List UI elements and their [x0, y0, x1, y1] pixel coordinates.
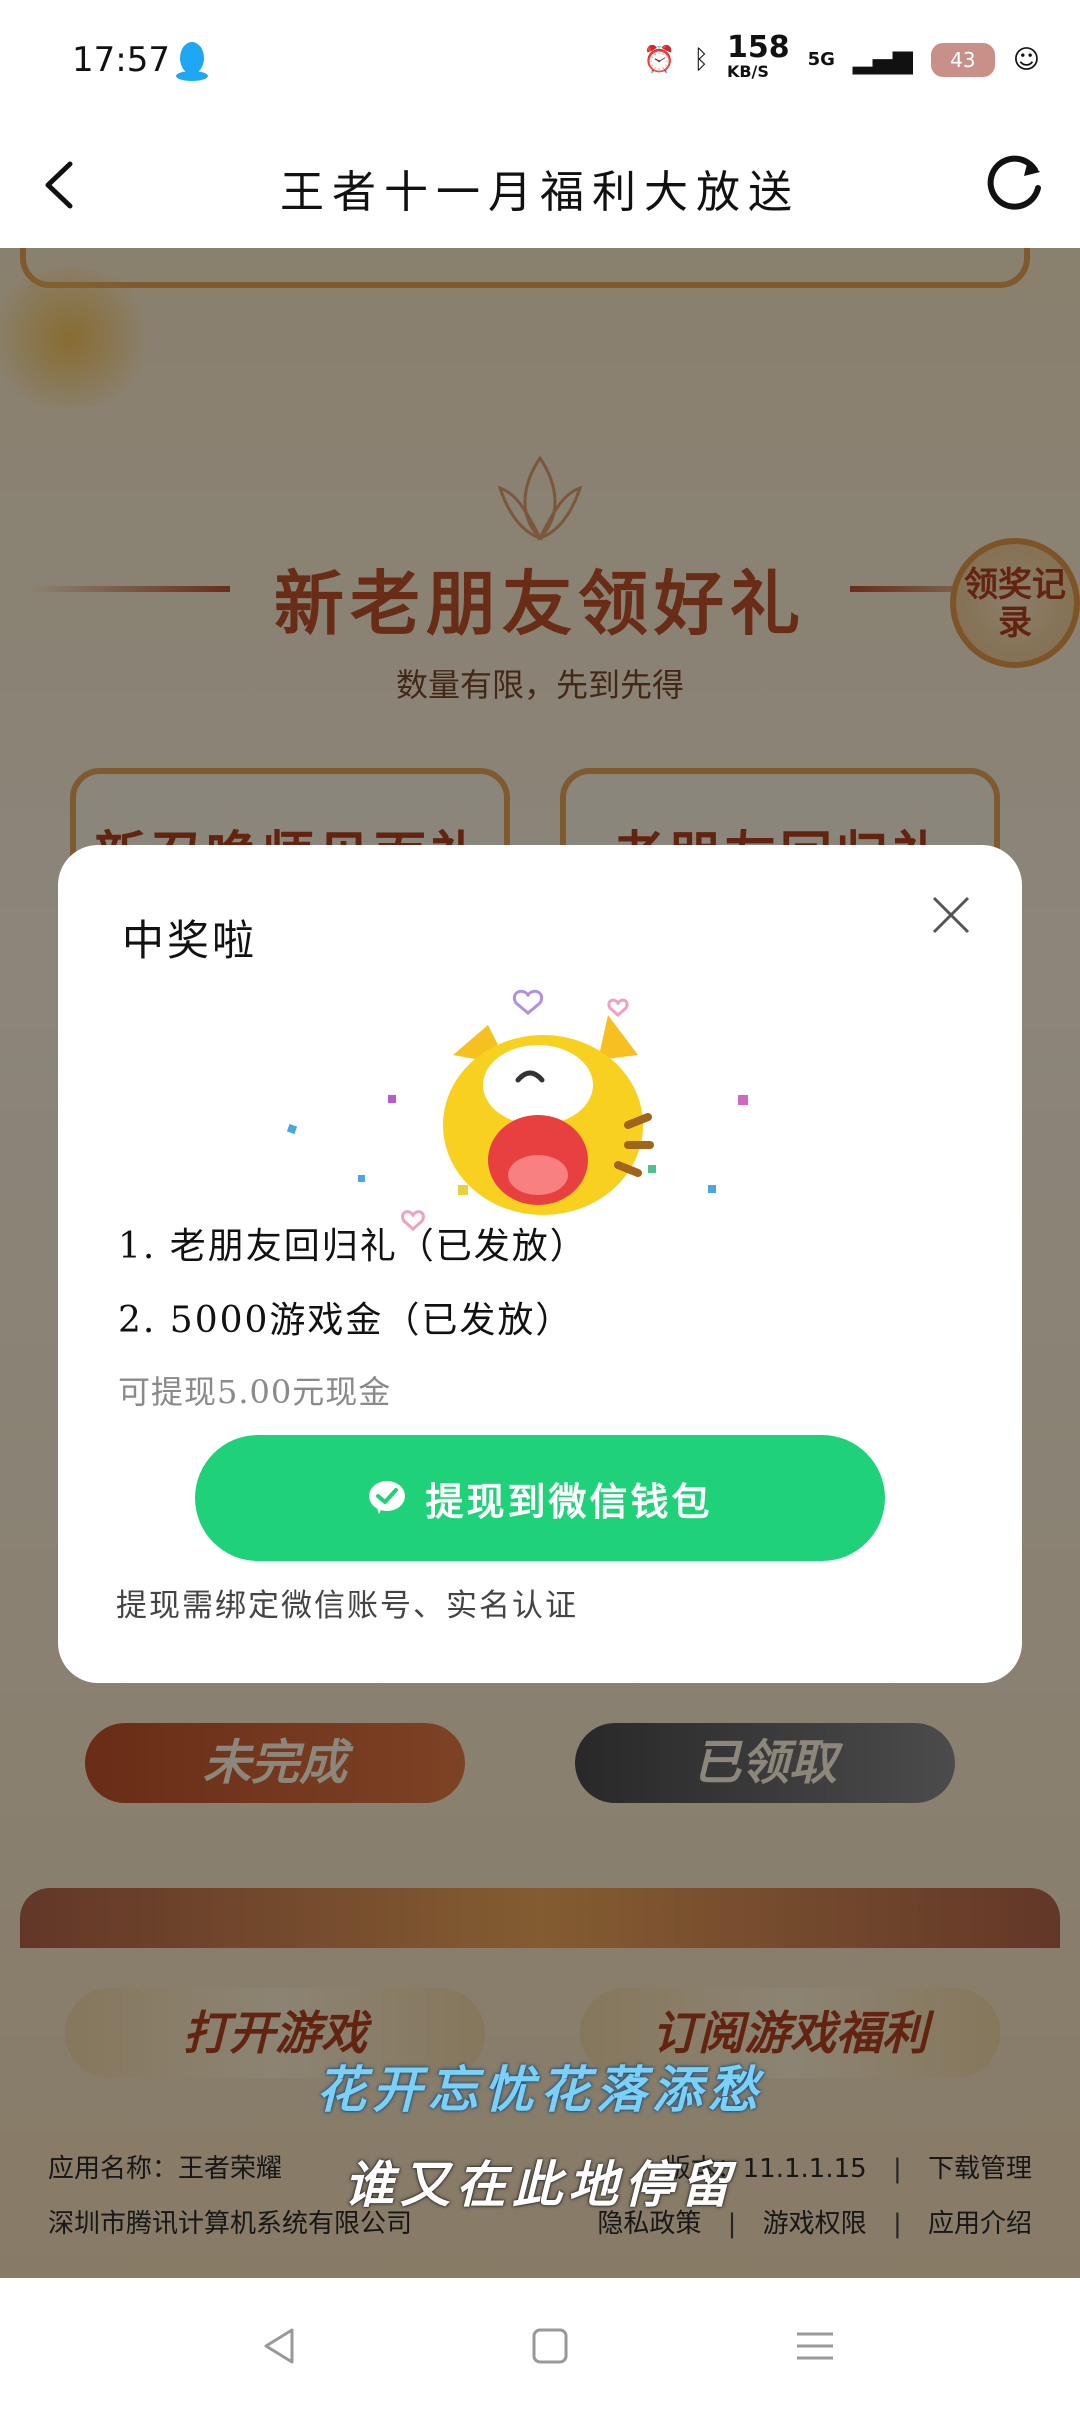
status-icons: ⏰ ᛒ 158 KB/S 5G ▂▄▆ 43 ☺ — [642, 30, 1040, 84]
withdraw-to-wechat-button[interactable]: 提现到微信钱包 — [195, 1435, 885, 1561]
battery-icon: 43 — [930, 43, 995, 77]
floating-lyric-line-1: 花开忘忧花落添愁 — [316, 2060, 764, 2119]
floating-lyric-line-2: 谁又在此地停留 — [344, 2155, 736, 2214]
top-nav-bar: 王者十一月福利大放送 — [0, 120, 1080, 248]
dialog-title: 中奖啦 — [122, 916, 258, 965]
alarm-icon: ⏰ — [642, 45, 676, 75]
signal-bars-icon: ▂▄▆ — [852, 45, 913, 75]
withdraw-button-label: 提现到微信钱包 — [425, 1478, 713, 1524]
status-bar: 17:57 ⏰ ᛒ 158 KB/S 5G ▂▄▆ 43 ☺ — [0, 0, 1080, 120]
nav-home-icon[interactable] — [520, 2316, 580, 2376]
net-speed: 158 KB/S — [726, 30, 790, 82]
withdraw-requirement-note: 提现需绑定微信账号、实名认证 — [116, 1588, 578, 1624]
refresh-icon[interactable] — [980, 148, 1050, 218]
bluetooth-icon: ᛒ — [693, 45, 709, 75]
status-time: 17:57 — [72, 40, 170, 80]
nav-menu-icon[interactable] — [785, 2316, 845, 2376]
reward-item-2: 2. 5000游戏金（已发放） — [118, 1300, 574, 1341]
reward-item-1: 1. 老朋友回归礼（已发放） — [118, 1226, 588, 1267]
qq-penguin-icon — [176, 42, 208, 81]
nav-back-icon[interactable] — [250, 2316, 310, 2376]
withdraw-amount-text: 可提现5.00元现金 — [118, 1373, 392, 1411]
page-title: 王者十一月福利大放送 — [280, 167, 800, 218]
system-navigation-bar — [0, 2278, 1080, 2412]
close-icon[interactable] — [926, 890, 976, 940]
signal-5g-icon: 5G — [807, 49, 835, 70]
prize-dialog: 中奖啦 1. 老朋友回归礼（已发放） 2. 5000游戏金（已发放） 可提现5.… — [58, 845, 1022, 1683]
notification-app-icon: ☺ — [1012, 45, 1040, 75]
wechat-pay-check-icon — [369, 1481, 406, 1514]
celebration-cat-mascot-icon — [286, 989, 748, 1232]
